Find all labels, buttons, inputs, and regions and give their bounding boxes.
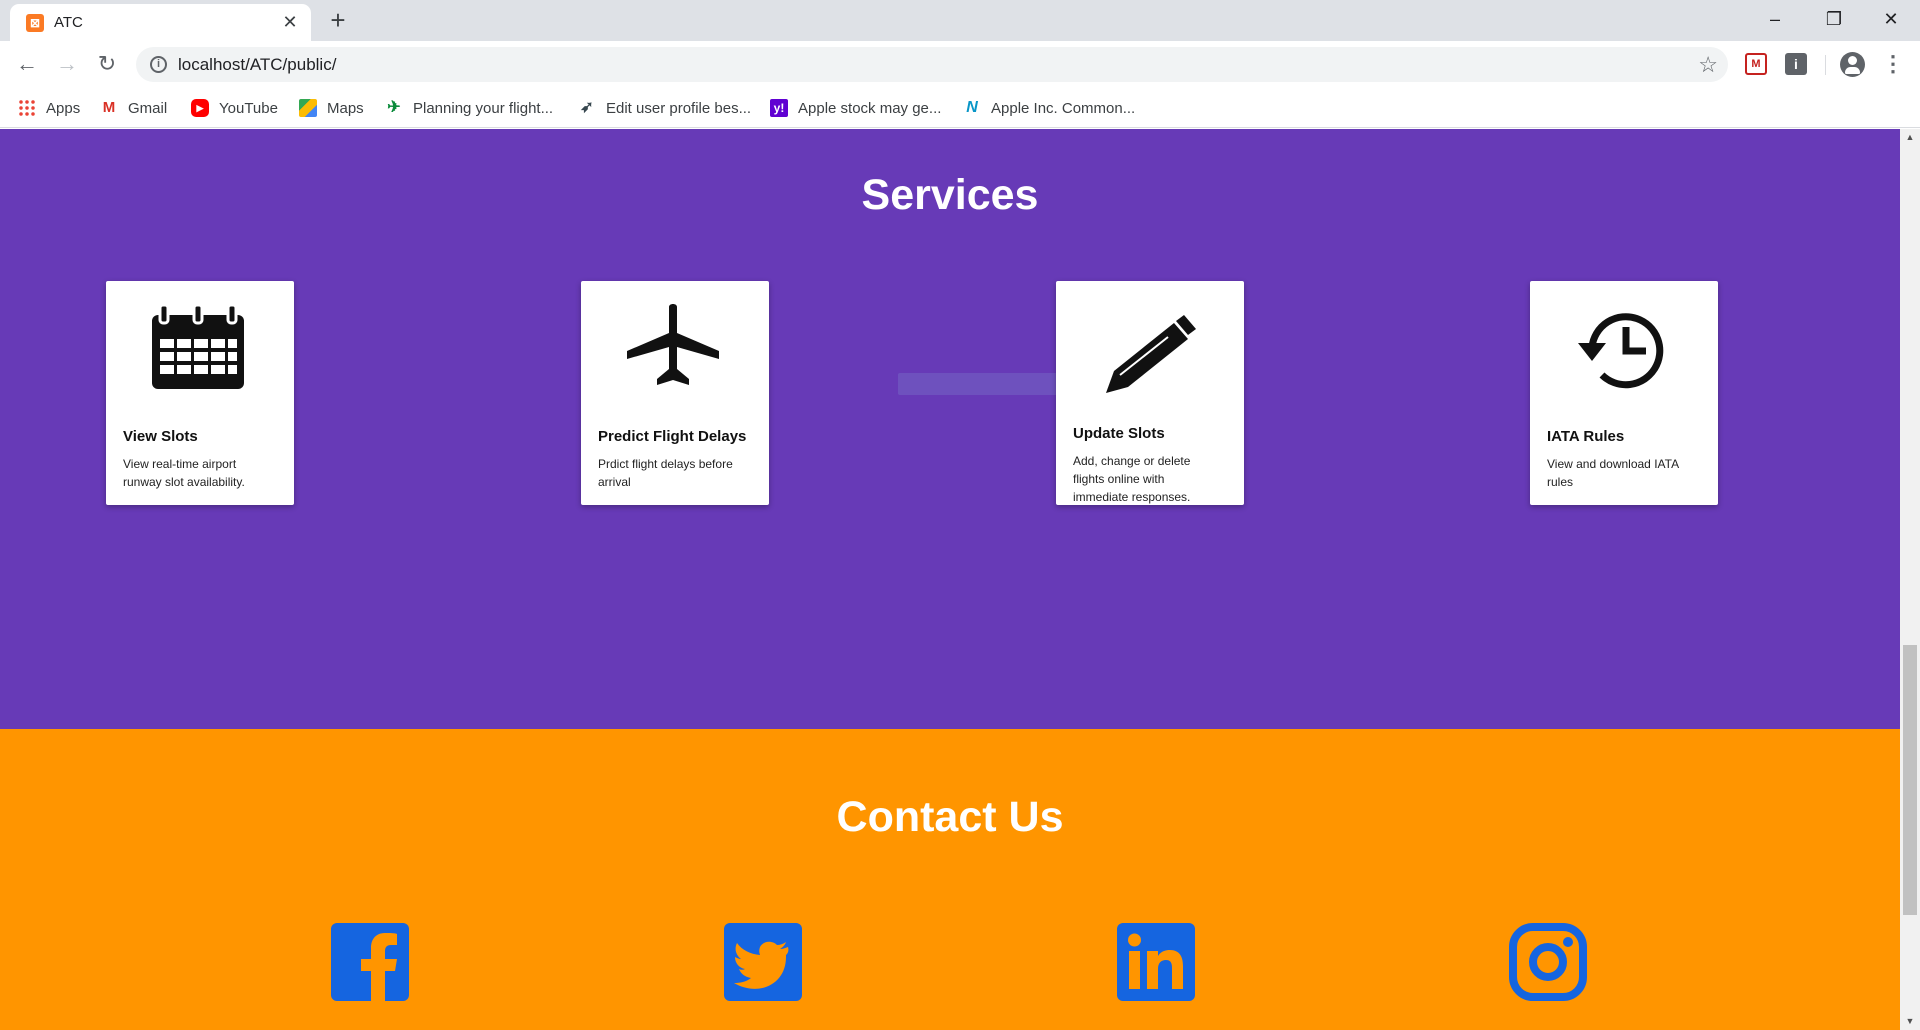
services-section: Services View Slots View real-time airpo… [0,129,1900,729]
restore-button[interactable]: ❐ [1811,4,1857,34]
gmail-icon: M [100,99,118,117]
instagram-icon [1509,923,1587,1001]
browser-toolbar: ← → ↻ i localhost/ATC/public/ ☆ M i ⋮ [0,41,1920,88]
pencil-icon [1106,315,1196,393]
service-card-update-slots[interactable]: Update Slots Add, change or delete fligh… [1056,281,1244,505]
tab-bar: ⊠ ATC ✕ + – ❐ ✕ [0,0,1920,41]
card-description: Add, change or delete flights online wit… [1073,454,1191,504]
maps-icon [299,99,317,117]
service-card-predict-delays[interactable]: Predict Flight Delays Prdict flight dela… [581,281,769,505]
bookmarks-bar: Apps M Gmail ▶ YouTube Maps ✈ Planning y… [0,88,1920,128]
card-title: Update Slots [1073,425,1165,442]
bookmark-label: Apple stock may ge... [798,99,942,117]
paper-plane-icon: ➶ [578,99,596,117]
scroll-down-arrow-icon[interactable]: ▼ [1900,1013,1920,1030]
card-title: View Slots [123,428,198,445]
bookmark-label: Gmail [128,99,168,117]
bookmark-label: Maps [327,99,364,117]
extension-info-icon[interactable]: i [1785,53,1807,75]
youtube-icon: ▶ [191,99,209,117]
profile-avatar-icon[interactable] [1840,52,1865,77]
card-description: View and download IATA rules [1547,457,1679,489]
bookmark-youtube[interactable]: ▶ YouTube [191,88,278,128]
extension-shield-icon[interactable]: M [1745,53,1767,75]
card-title: Predict Flight Delays [598,428,747,445]
bookmark-apple-inc[interactable]: N Apple Inc. Common... [963,88,1135,128]
card-description: Prdict flight delays before arrival [598,457,733,489]
service-card-iata-rules[interactable]: IATA Rules View and download IATA rules [1530,281,1718,505]
twitter-icon [724,923,802,1001]
url-text[interactable]: localhost/ATC/public/ [178,55,336,75]
minimize-button[interactable]: – [1752,4,1798,34]
bookmark-maps[interactable]: Maps [299,88,364,128]
bookmark-star-icon[interactable]: ☆ [1698,52,1718,78]
bookmark-label: Apps [46,99,81,117]
bookmark-edit-profile[interactable]: ➶ Edit user profile bes... [578,88,751,128]
bookmark-apple-stock[interactable]: y! Apple stock may ge... [770,88,941,128]
browser-tab[interactable]: ⊠ ATC ✕ [10,4,311,41]
instagram-link[interactable] [1509,923,1587,1001]
yahoo-icon: y! [770,99,788,117]
new-tab-button[interactable]: + [325,7,351,34]
facebook-link[interactable] [331,923,409,1001]
scroll-thumb[interactable] [1903,645,1917,915]
linkedin-icon [1117,923,1195,1001]
facebook-icon [331,923,409,1001]
bookmark-label: Apple Inc. Common... [991,99,1136,117]
bookmark-label: Planning your flight... [413,99,554,117]
address-bar[interactable]: i localhost/ATC/public/ ☆ [136,47,1728,82]
card-title: IATA Rules [1547,428,1625,445]
contact-title: Contact Us [836,793,1064,841]
bookmark-apps[interactable]: Apps [18,88,80,128]
linkedin-link[interactable] [1117,923,1195,1001]
chrome-menu-icon[interactable]: ⋮ [1882,49,1904,79]
twitter-link[interactable] [724,923,802,1001]
card-description: View real-time airport runway slot avail… [123,457,245,489]
services-title: Services [861,171,1039,219]
service-card-view-slots[interactable]: View Slots View real-time airport runway… [106,281,294,505]
contact-section: Contact Us [0,729,1900,1030]
bookmark-planning-flight[interactable]: ✈ Planning your flight... [385,88,553,128]
forward-button[interactable]: → [52,49,82,79]
bookmark-gmail[interactable]: M Gmail [100,88,167,128]
bookmark-label: YouTube [219,99,278,117]
page-scrollbar[interactable]: ▲ ▼ [1900,129,1920,1030]
history-clock-icon [1578,313,1664,389]
airplane-icon [627,304,719,385]
apps-grid-icon [18,99,36,117]
calendar-icon [152,303,244,389]
tab-close-icon[interactable]: ✕ [280,12,300,32]
page-viewport: Services View Slots View real-time airpo… [0,129,1900,1030]
site-info-icon[interactable]: i [150,56,167,73]
close-window-button[interactable]: ✕ [1868,4,1914,34]
toolbar-separator [1825,55,1826,75]
reload-button[interactable]: ↻ [92,49,122,79]
tab-title: ATC [54,14,83,31]
back-button[interactable]: ← [12,49,42,79]
bookmark-label: Edit user profile bes... [606,99,752,117]
nasdaq-icon: N [963,99,981,117]
scroll-up-arrow-icon[interactable]: ▲ [1900,129,1920,146]
airline-icon: ✈ [385,99,403,117]
xampp-favicon-icon: ⊠ [26,14,44,32]
